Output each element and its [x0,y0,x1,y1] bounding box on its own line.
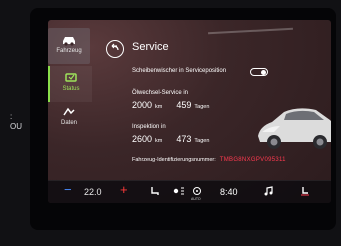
temperature-value: 22.0 [84,187,102,197]
ac-icon[interactable] [190,185,204,197]
inspection-label: Inspektion in [132,124,166,130]
sidebar-item-status[interactable]: Status [48,66,92,102]
oil-km-value: 2000 [132,100,153,110]
auto-caption: AUTO [191,197,201,201]
top-divider [208,27,293,35]
toggle-knob [261,70,266,75]
inspection-days-value: 473 [176,134,192,144]
inspection-km-unit: km [155,138,163,144]
oil-service-values: 2000 km 459 Tagen [132,100,223,110]
clock: 8:40 [220,187,238,197]
oil-days-value: 459 [176,100,192,110]
music-icon[interactable] [262,185,276,197]
vin-value: TMBG8NXGPV095311 [219,157,286,163]
wiper-service-toggle[interactable] [250,68,268,76]
sidebar-item-label: Fahrzeug [56,48,82,54]
back-button[interactable] [106,40,124,58]
data-icon [63,107,75,116]
seat-icon[interactable] [298,185,312,197]
inspection-km-value: 2600 [132,134,153,144]
vin-label: Fahrzeug-Identifizierungsnummer: [132,157,216,163]
temperature-decrease-button[interactable]: − [64,183,72,197]
sidebar-item-vehicle[interactable]: Fahrzeug [48,28,90,64]
temperature-increase-button[interactable]: + [120,183,128,197]
sidebar-item-data[interactable]: Daten [48,100,90,136]
fan-icon[interactable] [172,185,186,197]
seat-heat-icon[interactable] [148,185,162,197]
inspection-days-unit: Tagen [194,138,210,144]
infotainment-screen: Fahrzeug Status Daten Service Scheibenwi… [48,20,331,203]
oil-km-unit: km [155,104,163,110]
sidebar-item-label: Status [62,86,80,92]
left-edge-text: : OU [10,112,22,131]
wiper-service-label: Scheibenwischer in Serviceposition [132,68,227,74]
car-image [258,108,331,149]
inspection-values: 2600 km 473 Tagen [132,134,223,144]
sidebar: Fahrzeug Status Daten [48,20,92,180]
page-title: Service [132,41,169,53]
vin-row: Fahrzeug-Identifizierungsnummer: TMBG8NXG… [132,157,286,163]
oil-days-unit: Tagen [194,104,210,110]
bottom-climate-bar: − 22.0 + AUTO 8:40 [48,180,331,203]
oil-service-label: Ölwechsel-Service in [132,90,189,96]
sidebar-item-label: Daten [60,120,77,126]
status-icon [65,73,77,82]
car-icon [63,37,75,46]
back-arrow-icon [111,43,119,51]
